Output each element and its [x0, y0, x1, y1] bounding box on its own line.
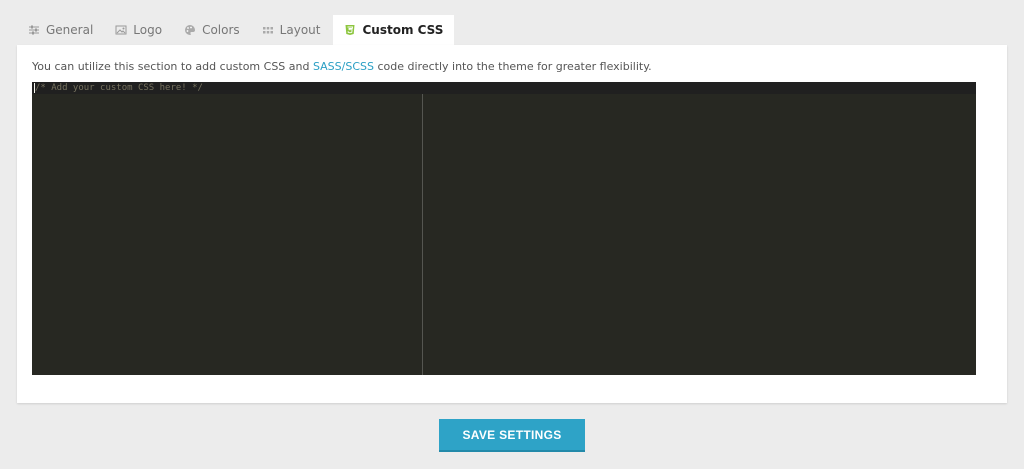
settings-tabs: General Logo Colors Layout Custom CSS — [17, 15, 455, 45]
tab-logo-label: Logo — [133, 23, 163, 37]
css-code-editor[interactable]: /* Add your custom CSS here! */ — [32, 82, 976, 375]
image-icon — [115, 24, 127, 36]
description-text-after: code directly into the theme for greater… — [373, 60, 652, 73]
text-cursor — [34, 83, 35, 93]
tab-colors[interactable]: Colors — [173, 15, 251, 45]
tab-logo[interactable]: Logo — [104, 15, 173, 45]
sass-scss-link[interactable]: SASS/SCSS — [313, 60, 374, 73]
tab-general-label: General — [46, 23, 94, 37]
palette-icon — [184, 24, 196, 36]
custom-css-panel: You can utilize this section to add cust… — [17, 45, 1007, 403]
editor-placeholder-code: /* Add your custom CSS here! */ — [35, 83, 203, 93]
css3-icon — [344, 24, 356, 36]
grid-icon — [262, 24, 274, 36]
tab-layout-label: Layout — [279, 23, 321, 37]
tab-colors-label: Colors — [202, 23, 240, 37]
tab-custom-css[interactable]: Custom CSS — [333, 15, 455, 45]
tab-layout[interactable]: Layout — [251, 15, 332, 45]
save-settings-button[interactable]: SAVE SETTINGS — [439, 419, 585, 452]
print-margin-line — [422, 94, 423, 375]
tab-general[interactable]: General — [17, 15, 104, 45]
sliders-icon — [28, 24, 40, 36]
section-description: You can utilize this section to add cust… — [32, 60, 652, 73]
tab-custom-css-label: Custom CSS — [362, 23, 444, 37]
description-text-before: You can utilize this section to add cust… — [32, 60, 313, 73]
